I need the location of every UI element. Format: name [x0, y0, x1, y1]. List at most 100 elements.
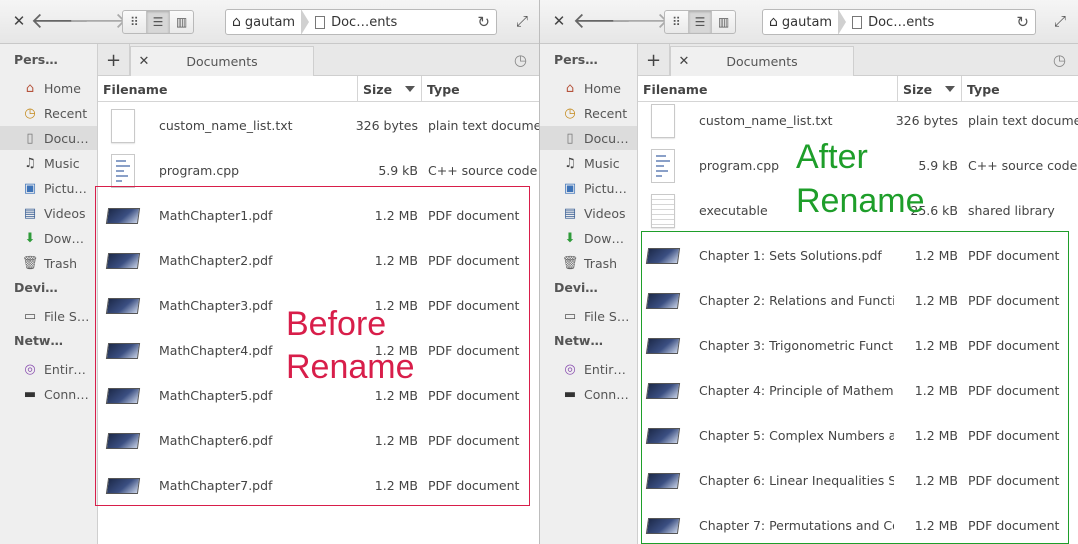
file-row[interactable]: program.cpp 5.9 kB C++ source code — [98, 148, 539, 193]
sidebar-item-trash[interactable]: 🗑 Trash — [540, 251, 637, 275]
breadcrumb-home[interactable]: ⌂ gautam — [226, 10, 301, 34]
file-row[interactable]: Chapter 4: Principle of Mathemati…1.2 MB… — [638, 368, 1078, 413]
column-header-label: Size — [903, 81, 933, 97]
sidebar-item-pictures[interactable]: ▣ Pictu… — [0, 176, 97, 200]
pdf-file-icon — [105, 343, 141, 359]
tab-history-icon[interactable]: ◷ — [514, 51, 527, 69]
sidebar-item-trash[interactable]: 🗑 Trash — [0, 251, 97, 275]
sidebar-item-network[interactable]: ◎ Entir… — [0, 357, 97, 381]
sidebar-item-label: Music — [44, 155, 80, 171]
close-window-button[interactable]: ✕ — [550, 8, 568, 34]
new-tab-button[interactable]: + — [638, 44, 670, 76]
location-bar[interactable]: ⌂ gautam Doc…ents ↻ — [225, 9, 497, 35]
document-icon — [852, 15, 863, 29]
recent-icon: ◷ — [564, 105, 576, 121]
breadcrumb-home[interactable]: ⌂ gautam — [763, 10, 838, 34]
file-manager-window-before: ✕ 🡐 🡒 ⠿ ☰ ▥ ⌂ gautam Doc…ents ↻ ⤢ Pers… ⌂ Home ◷ Recent… — [0, 0, 540, 544]
sidebar-item-music[interactable]: ♫ Music — [0, 151, 97, 175]
list-view-button[interactable]: ☰ — [688, 11, 713, 33]
pdf-file-icon — [645, 428, 681, 444]
file-row[interactable]: Chapter 7: Permutations and Co… 1.2 MB PDF… — [638, 503, 1078, 544]
file-row[interactable]: Chapter 1: Sets Solutions.pdf 1.2 MB PDF d… — [638, 233, 1078, 278]
pdf-file-icon — [645, 248, 681, 264]
sort-descending-icon — [405, 86, 415, 92]
sidebar: Pers… ⌂ Home ◷ Recent ▯ Docu… ♫ Music ▣ Pictu… ▤ Vid… — [540, 44, 638, 544]
file-row[interactable]: MathChapter7.pdf 1.2 MB PDF document — [98, 463, 539, 508]
sidebar-item-connect-server[interactable]: ▬ Conn… — [540, 382, 637, 406]
sidebar-item-network[interactable]: ◎ Entir… — [540, 357, 637, 381]
reload-icon[interactable]: ↻ — [1016, 13, 1029, 31]
sidebar-item-label: Docu… — [44, 130, 89, 146]
breadcrumb-label: Doc…ents — [331, 14, 398, 30]
icon-view-button[interactable]: ⠿ — [665, 11, 689, 33]
annotation-line-2: Rename — [796, 182, 925, 220]
column-view-button[interactable]: ▥ — [712, 11, 735, 33]
videos-icon: ▤ — [23, 205, 37, 221]
tab-documents[interactable]: ✕ Documents — [130, 46, 314, 76]
file-type: plain text document — [968, 113, 1078, 128]
sidebar-item-videos[interactable]: ▤ Videos — [540, 201, 637, 225]
file-row[interactable]: MathChapter2.pdf 1.2 MB PDF document — [98, 238, 539, 283]
reload-icon[interactable]: ↻ — [477, 13, 490, 31]
column-view-button[interactable]: ▥ — [170, 11, 193, 33]
file-row[interactable]: Chapter 2: Relations and Function…1.2 MB… — [638, 278, 1078, 323]
file-size: 1.2 MB — [914, 473, 958, 488]
close-tab-icon[interactable]: ✕ — [671, 54, 697, 69]
sidebar-section-header: Devi… — [554, 280, 598, 295]
forward-button[interactable]: 🡒 — [611, 8, 670, 34]
file-row[interactable]: Chapter 5: Complex Numbers an…1.2 MBPDF … — [638, 413, 1078, 458]
column-header-type[interactable]: Type — [422, 76, 539, 102]
sidebar-item-recent[interactable]: ◷ Recent — [0, 101, 97, 125]
file-size: 1.2 MB — [914, 293, 958, 308]
pdf-file-icon — [645, 473, 681, 489]
new-tab-button[interactable]: + — [98, 44, 130, 76]
tab-history-icon[interactable]: ◷ — [1053, 51, 1066, 69]
file-type: PDF document — [428, 208, 520, 223]
trash-icon: 🗑 — [561, 255, 579, 271]
icon-view-button[interactable]: ⠿ — [123, 11, 147, 33]
code-line — [656, 155, 666, 157]
sidebar-item-label: Music — [584, 155, 620, 171]
column-header-size[interactable]: Size — [358, 76, 422, 102]
file-row[interactable]: Chapter 6: Linear Inequalities Sol…1.2 M… — [638, 458, 1078, 503]
sidebar-item-drive[interactable]: ▭ File S… — [0, 304, 97, 328]
sidebar-item-home[interactable]: ⌂ Home — [540, 76, 637, 100]
sidebar-item-home[interactable]: ⌂ Home — [0, 76, 97, 100]
file-type: PDF document — [428, 478, 520, 493]
sidebar-item-documents[interactable]: ▯ Docu… — [540, 126, 637, 150]
sidebar-item-recent[interactable]: ◷ Recent — [540, 101, 637, 125]
file-type: PDF document — [968, 383, 1060, 398]
list-view-button[interactable]: ☰ — [146, 11, 171, 33]
file-size: 1.2 MB — [914, 338, 958, 353]
file-type: plain text document — [428, 118, 539, 133]
location-bar[interactable]: ⌂ gautam Doc…ents ↻ — [762, 9, 1036, 35]
sidebar-item-pictures[interactable]: ▣ Pictu… — [540, 176, 637, 200]
sidebar-item-downloads[interactable]: ⬇ Dow… — [0, 226, 97, 250]
breadcrumb-current[interactable]: Doc…ents — [309, 10, 403, 34]
sidebar-section-header: Pers… — [554, 52, 598, 67]
file-row[interactable]: Chapter 3: Trigonometric Functio…1.2 MBP… — [638, 323, 1078, 368]
close-window-button[interactable]: ✕ — [10, 8, 28, 34]
file-row[interactable]: MathChapter6.pdf 1.2 MB PDF document — [98, 418, 539, 463]
file-row[interactable]: MathChapter1.pdf 1.2 MB PDF document — [98, 193, 539, 238]
column-header-filename[interactable]: Filename — [98, 76, 358, 102]
fullscreen-button[interactable]: ⤢ — [1050, 8, 1070, 34]
breadcrumb-current[interactable]: Doc…ents — [846, 10, 940, 34]
fullscreen-button[interactable]: ⤢ — [512, 8, 532, 34]
file-row[interactable]: custom_name_list.txt 326 bytes plain text … — [98, 103, 539, 148]
connect-server-icon: ▬ — [563, 386, 577, 402]
sidebar-item-music[interactable]: ♫ Music — [540, 151, 637, 175]
close-tab-icon[interactable]: ✕ — [131, 54, 157, 69]
cpp-file-icon — [651, 149, 675, 183]
sidebar-item-downloads[interactable]: ⬇ Dow… — [540, 226, 637, 250]
sidebar-item-label: Pictu… — [44, 180, 87, 196]
tab-label: Documents — [726, 54, 798, 69]
sidebar-section-header: Devi… — [14, 280, 58, 295]
sidebar-item-videos[interactable]: ▤ Videos — [0, 201, 97, 225]
sidebar-item-drive[interactable]: ▭ File S… — [540, 304, 637, 328]
forward-button[interactable]: 🡒 — [69, 8, 128, 34]
file-type: C++ source code — [428, 163, 538, 178]
sidebar-item-documents[interactable]: ▯ Docu… — [0, 126, 97, 150]
tab-documents[interactable]: ✕ Documents — [670, 46, 854, 76]
sidebar-item-connect-server[interactable]: ▬ Conn… — [0, 382, 97, 406]
